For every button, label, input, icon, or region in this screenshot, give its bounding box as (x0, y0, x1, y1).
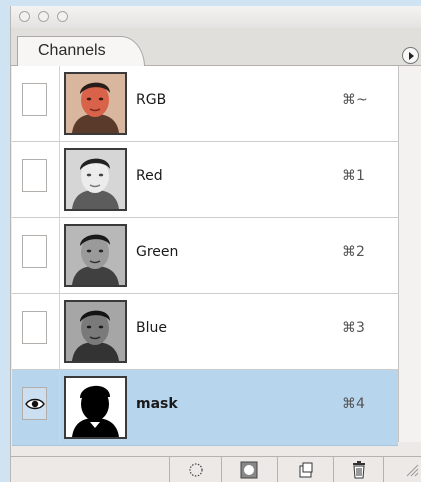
minimize-window-button[interactable] (38, 11, 49, 22)
visibility-cell (12, 218, 60, 293)
tab-channels-label: Channels (38, 42, 106, 59)
new-page-icon (299, 462, 313, 478)
tab-channels[interactable]: Channels (17, 36, 145, 67)
tab-row: Channels (11, 28, 421, 67)
visibility-cell (12, 294, 60, 369)
channel-shortcut: ⌘4 (342, 396, 365, 412)
trash-icon (353, 461, 365, 479)
channel-name: Red (136, 168, 163, 184)
channel-thumbnail (64, 224, 127, 287)
visibility-toggle[interactable] (22, 235, 47, 268)
vertical-scrollbar[interactable] (398, 66, 421, 442)
channel-name: RGB (136, 92, 167, 108)
visibility-cell (12, 142, 60, 217)
dotted-circle-icon (189, 463, 203, 477)
panel-menu-button[interactable] (402, 47, 419, 64)
channel-shortcut: ⌘2 (342, 244, 365, 260)
channel-list: RGB ⌘~ Red ⌘1 Green ⌘2 Blue ⌘3 mask ⌘4 (12, 66, 398, 446)
resize-grip-icon (406, 464, 419, 477)
channel-shortcut: ⌘3 (342, 320, 365, 336)
channels-panel: Channels RGB ⌘~ Red ⌘1 Green ⌘2 Blue ⌘3 … (10, 6, 421, 482)
save-selection-as-channel-button[interactable] (221, 457, 277, 482)
channel-row-mask[interactable]: mask ⌘4 (12, 370, 398, 446)
channel-thumbnail (64, 148, 127, 211)
channel-name: Blue (136, 320, 167, 336)
channel-thumbnail (64, 376, 127, 439)
channel-thumbnail (64, 300, 127, 363)
visibility-cell (12, 370, 60, 445)
load-channel-as-selection-button[interactable] (169, 457, 221, 482)
resize-grip-area[interactable] (383, 457, 421, 482)
channel-row-rgb[interactable]: RGB ⌘~ (12, 66, 398, 142)
new-channel-button[interactable] (277, 457, 333, 482)
channel-name: mask (136, 396, 178, 412)
channel-row-red[interactable]: Red ⌘1 (12, 142, 398, 218)
panel-bottom-toolbar (11, 456, 421, 482)
delete-channel-button[interactable] (333, 457, 383, 482)
zoom-window-button[interactable] (57, 11, 68, 22)
visibility-toggle[interactable] (22, 159, 47, 192)
visibility-cell (12, 66, 60, 141)
mask-circle-icon (240, 461, 258, 479)
channel-thumbnail (64, 72, 127, 135)
close-window-button[interactable] (19, 11, 30, 22)
channel-row-blue[interactable]: Blue ⌘3 (12, 294, 398, 370)
channel-shortcut: ⌘1 (342, 168, 365, 184)
visibility-toggle[interactable] (22, 311, 47, 344)
play-arrow-icon (409, 52, 414, 60)
visibility-toggle[interactable] (22, 83, 47, 116)
channel-name: Green (136, 244, 179, 260)
visibility-toggle[interactable] (22, 387, 47, 420)
channel-shortcut: ⌘~ (342, 92, 368, 108)
channel-row-green[interactable]: Green ⌘2 (12, 218, 398, 294)
title-bar (11, 6, 421, 28)
eye-icon (25, 398, 45, 410)
